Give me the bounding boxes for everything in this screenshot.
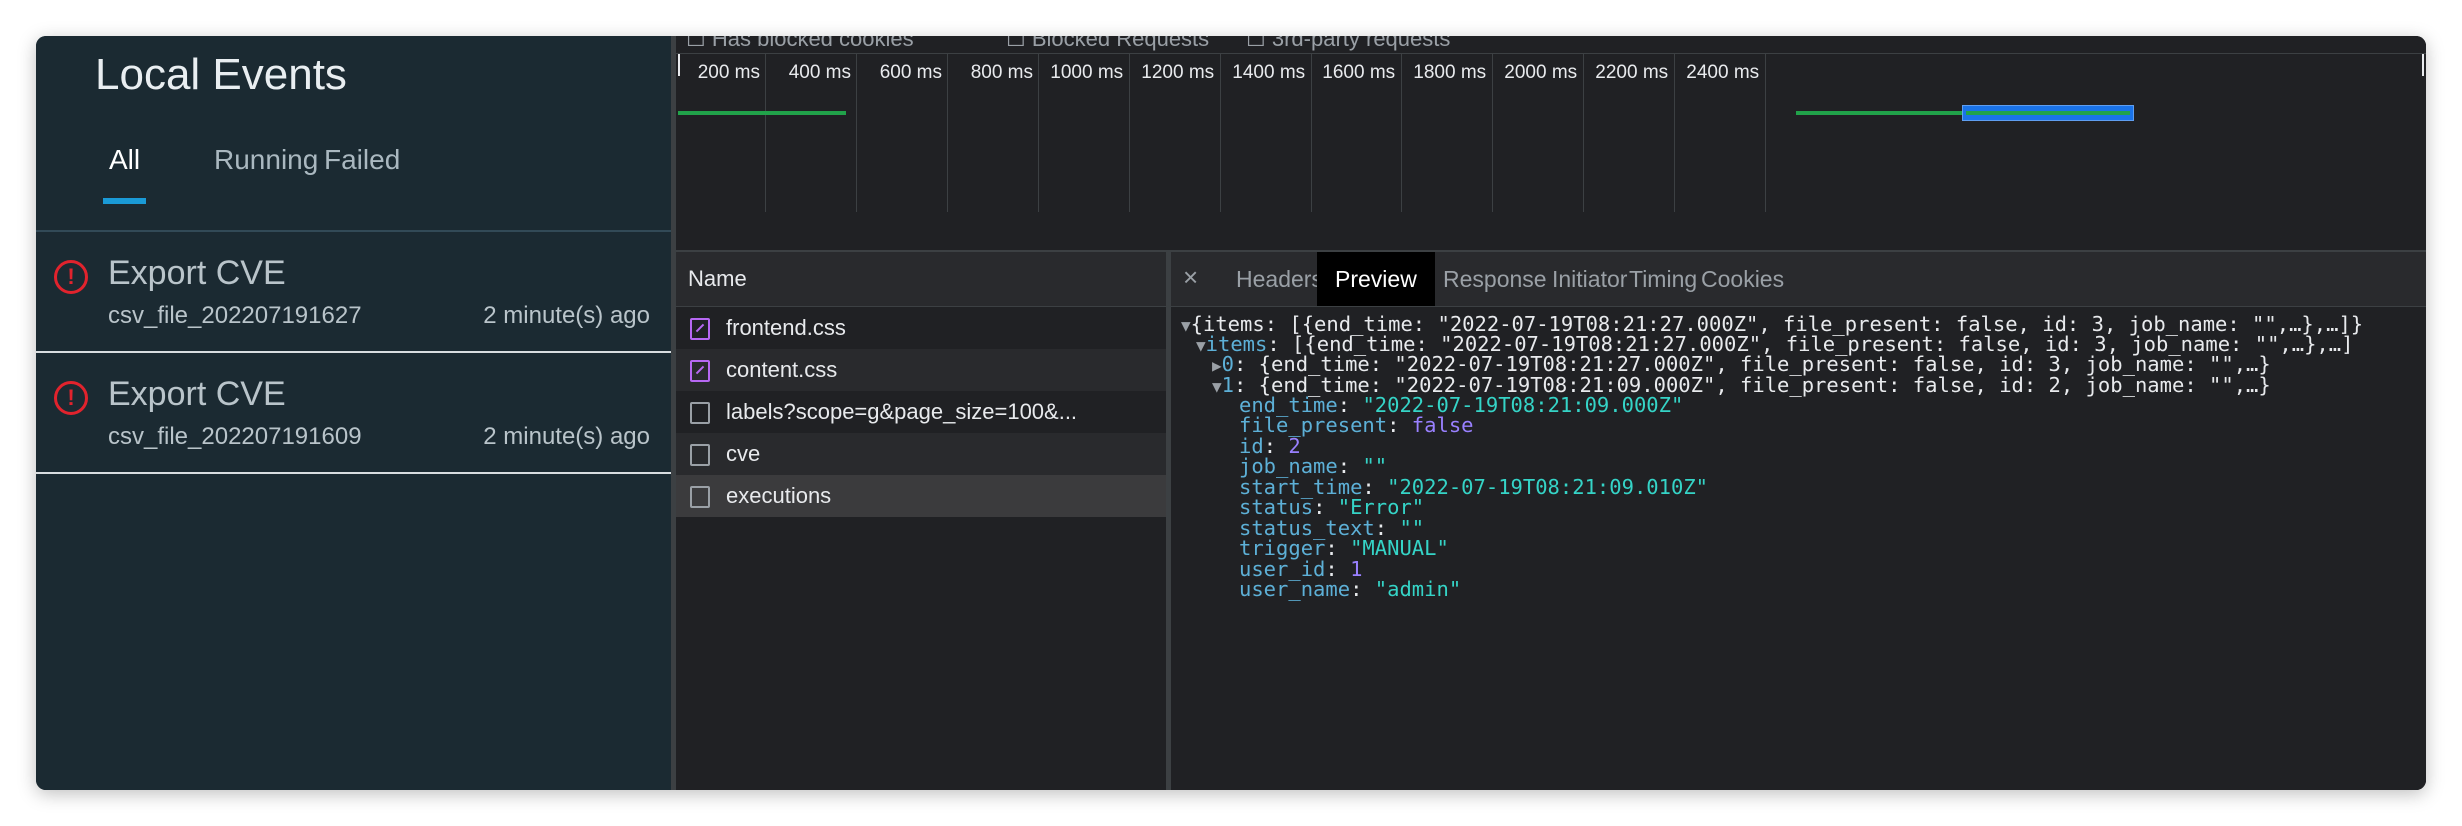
app-window: Local Events All Running Failed ! Export… xyxy=(36,36,2426,790)
event-item[interactable]: ! Export CVE csv_file_202207191627 2 min… xyxy=(36,232,671,353)
event-time: 2 minute(s) ago xyxy=(483,302,650,329)
tick-label: 800 ms xyxy=(970,62,1034,83)
request-bar xyxy=(1966,111,2130,115)
event-time: 2 minute(s) ago xyxy=(483,423,650,450)
tick-label: 200 ms xyxy=(697,62,761,83)
preview-pane: × Headers Preview Response Initiator Tim… xyxy=(1171,252,2426,790)
event-tabs: All Running Failed xyxy=(36,144,671,232)
expanded-triangle-icon: ▼ xyxy=(1212,377,1222,396)
timeline-start-marker xyxy=(678,54,680,76)
tick-label: 1400 ms xyxy=(1232,62,1306,83)
name-column-header[interactable]: Name xyxy=(676,252,1166,307)
network-timeline[interactable]: 200 ms 400 ms 600 ms 800 ms 1000 ms 1200… xyxy=(676,53,2426,253)
tick-label: 1000 ms xyxy=(1050,62,1124,83)
tick-label: 1800 ms xyxy=(1413,62,1487,83)
tick-label: 2400 ms xyxy=(1686,62,1760,83)
document-icon xyxy=(690,444,710,466)
event-item[interactable]: ! Export CVE csv_file_202207191609 2 min… xyxy=(36,353,671,474)
filter-third-party[interactable]: ☐ 3rd-party requests xyxy=(1246,36,1450,52)
close-icon[interactable]: × xyxy=(1183,252,1198,302)
tick-label: 400 ms xyxy=(788,62,852,83)
tab-all[interactable]: All xyxy=(103,144,147,204)
event-title: Export CVE xyxy=(108,254,286,292)
json-field: user_name: "admin" xyxy=(1239,577,1462,601)
stylesheet-icon xyxy=(690,360,710,382)
document-icon xyxy=(690,486,710,508)
request-bar xyxy=(678,111,846,115)
tab-cookies[interactable]: Cookies xyxy=(1683,252,1802,306)
expanded-triangle-icon: ▼ xyxy=(1181,316,1191,335)
event-file: csv_file_202207191627 xyxy=(108,302,362,329)
filter-blocked-cookies[interactable]: ☐ Has blocked cookies xyxy=(686,36,914,52)
timeline-end-marker xyxy=(2422,54,2424,76)
tick-label: 2000 ms xyxy=(1504,62,1578,83)
detail-tabs: × Headers Preview Response Initiator Tim… xyxy=(1171,252,2426,307)
request-row[interactable]: cve xyxy=(676,433,1166,475)
filter-bar: ☐ Has blocked cookies ☐ Blocked Requests… xyxy=(676,36,2426,53)
request-row[interactable]: labels?scope=g&page_size=100&... xyxy=(676,391,1166,433)
document-icon xyxy=(690,402,710,424)
request-row[interactable]: content.css xyxy=(676,349,1166,391)
tick-label: 1600 ms xyxy=(1322,62,1396,83)
request-list: Name frontend.css content.css labels?sco… xyxy=(676,252,1171,790)
expanded-triangle-icon: ▼ xyxy=(1196,336,1206,355)
tick-label: 600 ms xyxy=(879,62,943,83)
request-row[interactable]: frontend.css xyxy=(676,307,1166,349)
tab-failed[interactable]: Failed xyxy=(318,144,406,198)
stylesheet-icon xyxy=(690,318,710,340)
event-file: csv_file_202207191609 xyxy=(108,423,362,450)
tick-label: 2200 ms xyxy=(1595,62,1669,83)
tick-label: 1200 ms xyxy=(1141,62,1215,83)
request-row-selected[interactable]: executions xyxy=(676,475,1166,517)
error-icon: ! xyxy=(54,381,88,415)
request-bar xyxy=(1796,111,1966,115)
local-events-panel: Local Events All Running Failed ! Export… xyxy=(36,36,671,790)
tab-running[interactable]: Running xyxy=(208,144,324,198)
panel-title: Local Events xyxy=(95,50,347,99)
tab-preview[interactable]: Preview xyxy=(1317,252,1435,306)
filter-blocked-requests[interactable]: ☐ Blocked Requests xyxy=(1006,36,1209,52)
event-title: Export CVE xyxy=(108,375,286,413)
error-icon: ! xyxy=(54,260,88,294)
